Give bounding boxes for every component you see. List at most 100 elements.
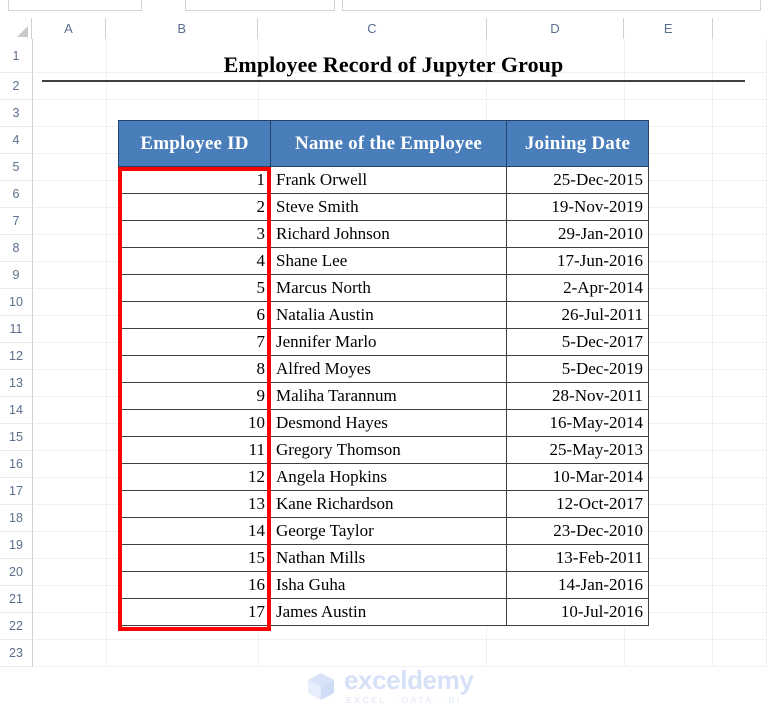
- cell-joining-date[interactable]: 19-Nov-2019: [506, 193, 649, 221]
- grid-cell[interactable]: [713, 451, 767, 478]
- grid-cell[interactable]: [713, 613, 767, 640]
- cell-joining-date[interactable]: 10-Jul-2016: [506, 598, 649, 626]
- cell-employee-id[interactable]: 7: [118, 328, 271, 356]
- cell-employee-id[interactable]: 16: [118, 571, 271, 599]
- select-all-corner[interactable]: [0, 18, 32, 39]
- row-header-11[interactable]: 11: [0, 316, 33, 343]
- row-header-13[interactable]: 13: [0, 370, 33, 397]
- grid-cell[interactable]: [33, 127, 108, 154]
- cell-employee-name[interactable]: Alfred Moyes: [270, 355, 507, 383]
- cell-employee-name[interactable]: Maliha Tarannum: [270, 382, 507, 410]
- cell-joining-date[interactable]: 26-Jul-2011: [506, 301, 649, 329]
- grid-cell[interactable]: [713, 316, 767, 343]
- grid-cell[interactable]: [713, 478, 767, 505]
- cell-joining-date[interactable]: 17-Jun-2016: [506, 247, 649, 275]
- grid-cell[interactable]: [713, 532, 767, 559]
- cell-employee-name[interactable]: Marcus North: [270, 274, 507, 302]
- grid-cell[interactable]: [713, 424, 767, 451]
- cell-joining-date[interactable]: 10-Mar-2014: [506, 463, 649, 491]
- grid-cell[interactable]: [487, 640, 625, 667]
- grid-cell[interactable]: [33, 208, 108, 235]
- cell-employee-id[interactable]: 3: [118, 220, 271, 248]
- row-header-4[interactable]: 4: [0, 127, 33, 154]
- grid-cell[interactable]: [33, 613, 108, 640]
- cell-employee-name[interactable]: Nathan Mills: [270, 544, 507, 572]
- grid-cell[interactable]: [713, 181, 767, 208]
- row-header-18[interactable]: 18: [0, 505, 33, 532]
- grid-cell[interactable]: [33, 451, 108, 478]
- cell-employee-name[interactable]: Kane Richardson: [270, 490, 507, 518]
- row-header-10[interactable]: 10: [0, 289, 33, 316]
- cell-employee-id[interactable]: 4: [118, 247, 271, 275]
- cell-employee-name[interactable]: Shane Lee: [270, 247, 507, 275]
- grid-cell[interactable]: [33, 289, 108, 316]
- grid-cell[interactable]: [33, 370, 108, 397]
- grid-cell[interactable]: [713, 127, 767, 154]
- cell-joining-date[interactable]: 29-Jan-2010: [506, 220, 649, 248]
- column-header-joining-date[interactable]: Joining Date: [506, 120, 649, 167]
- grid-cell[interactable]: [33, 478, 108, 505]
- row-header-7[interactable]: 7: [0, 208, 33, 235]
- column-header-e[interactable]: E: [624, 18, 714, 39]
- cell-employee-name[interactable]: James Austin: [270, 598, 507, 626]
- grid-cell[interactable]: [33, 397, 108, 424]
- cell-employee-name[interactable]: Desmond Hayes: [270, 409, 507, 437]
- cell-joining-date[interactable]: 23-Dec-2010: [506, 517, 649, 545]
- cell-employee-name[interactable]: Jennifer Marlo: [270, 328, 507, 356]
- row-header-1[interactable]: 1: [0, 39, 33, 73]
- grid-cell[interactable]: [713, 262, 767, 289]
- cell-employee-id[interactable]: 17: [118, 598, 271, 626]
- grid-cell[interactable]: [713, 640, 767, 667]
- cell-employee-name[interactable]: Natalia Austin: [270, 301, 507, 329]
- row-header-19[interactable]: 19: [0, 532, 33, 559]
- cell-joining-date[interactable]: 16-May-2014: [506, 409, 649, 437]
- cell-joining-date[interactable]: 5-Dec-2019: [506, 355, 649, 383]
- row-header-6[interactable]: 6: [0, 181, 33, 208]
- cell-employee-name[interactable]: Steve Smith: [270, 193, 507, 221]
- row-header-8[interactable]: 8: [0, 235, 33, 262]
- row-header-14[interactable]: 14: [0, 397, 33, 424]
- cell-joining-date[interactable]: 14-Jan-2016: [506, 571, 649, 599]
- grid-cell[interactable]: [33, 559, 108, 586]
- cell-employee-id[interactable]: 8: [118, 355, 271, 383]
- row-header-15[interactable]: 15: [0, 424, 33, 451]
- row-header-17[interactable]: 17: [0, 478, 33, 505]
- grid-cell[interactable]: [33, 235, 108, 262]
- cell-joining-date[interactable]: 2-Apr-2014: [506, 274, 649, 302]
- row-header-3[interactable]: 3: [0, 100, 33, 127]
- row-header-12[interactable]: 12: [0, 343, 33, 370]
- grid-cell[interactable]: [107, 640, 260, 667]
- name-box[interactable]: [8, 0, 142, 11]
- column-header-employee-id[interactable]: Employee ID: [118, 120, 271, 167]
- grid-cell[interactable]: [33, 586, 108, 613]
- row-header-23[interactable]: 23: [0, 640, 33, 667]
- row-header-21[interactable]: 21: [0, 586, 33, 613]
- grid-cell[interactable]: [33, 262, 108, 289]
- cell-employee-id[interactable]: 12: [118, 463, 271, 491]
- cell-employee-id[interactable]: 1: [118, 166, 271, 194]
- cell-employee-id[interactable]: 13: [118, 490, 271, 518]
- grid-cell[interactable]: [33, 532, 108, 559]
- cell-employee-id[interactable]: 15: [118, 544, 271, 572]
- grid-cell[interactable]: [713, 343, 767, 370]
- grid-cell[interactable]: [259, 640, 488, 667]
- grid-cell[interactable]: [33, 154, 108, 181]
- row-header-9[interactable]: 9: [0, 262, 33, 289]
- grid-cell[interactable]: [33, 505, 108, 532]
- cell-employee-id[interactable]: 10: [118, 409, 271, 437]
- column-header-d[interactable]: D: [486, 18, 625, 39]
- grid-cell[interactable]: [33, 100, 108, 127]
- cell-employee-name[interactable]: George Taylor: [270, 517, 507, 545]
- grid-cell[interactable]: [713, 100, 767, 127]
- cell-employee-name[interactable]: Richard Johnson: [270, 220, 507, 248]
- cell-employee-id[interactable]: 2: [118, 193, 271, 221]
- column-header-b[interactable]: B: [106, 18, 259, 39]
- cell-joining-date[interactable]: 5-Dec-2017: [506, 328, 649, 356]
- grid-cell[interactable]: [713, 370, 767, 397]
- function-box[interactable]: [185, 0, 335, 11]
- grid-cell[interactable]: [713, 235, 767, 262]
- cell-employee-id[interactable]: 11: [118, 436, 271, 464]
- grid-cell[interactable]: [713, 154, 767, 181]
- grid-cell[interactable]: [713, 586, 767, 613]
- cell-employee-id[interactable]: 14: [118, 517, 271, 545]
